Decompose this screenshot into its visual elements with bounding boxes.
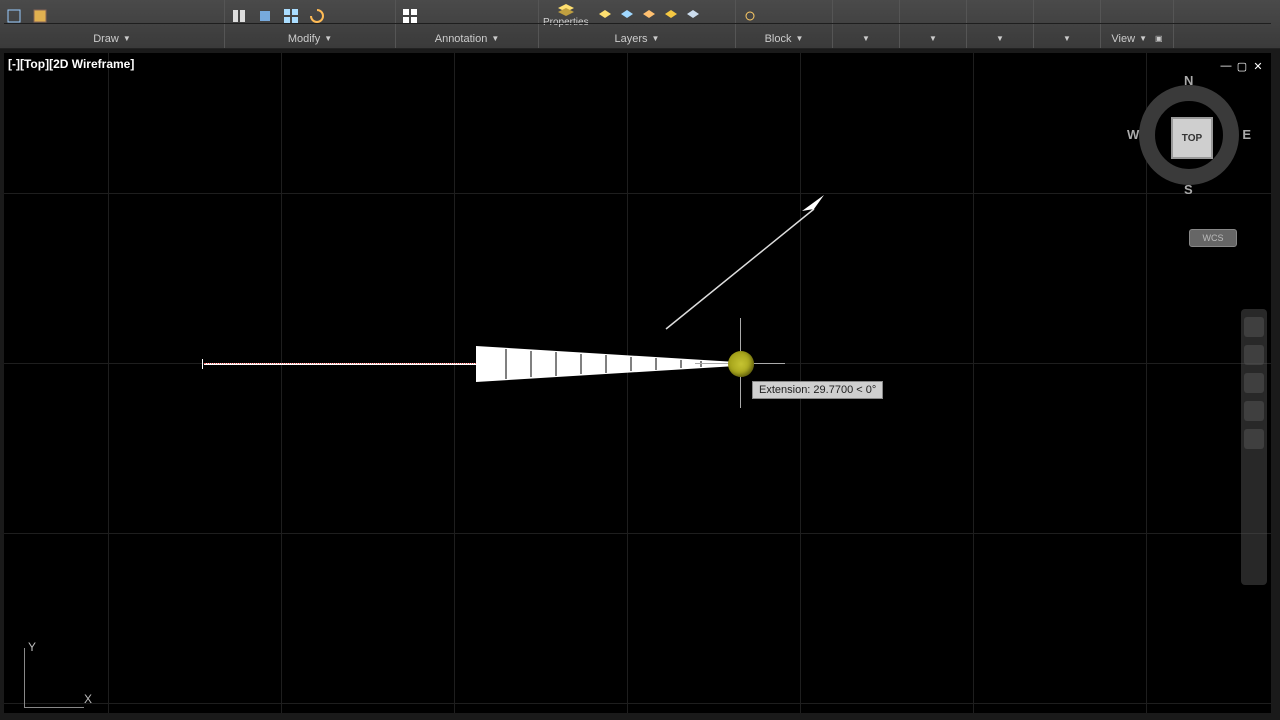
panel-small: ▼: [1034, 0, 1101, 48]
panel-view: View ▼ ▣: [1101, 0, 1174, 48]
caret-icon: ▼: [862, 32, 870, 46]
nav-orbit-icon[interactable]: [1244, 401, 1264, 421]
wcs-dropdown[interactable]: WCS: [1189, 229, 1237, 247]
panel-title-annotation[interactable]: Annotation ▼: [400, 30, 534, 48]
drawing-viewport[interactable]: [-][Top][2D Wireframe] — ▢ ✕ Extension: …: [4, 53, 1271, 713]
panel-modify: Modify ▼: [225, 0, 396, 48]
panel-title-view[interactable]: View ▼ ▣: [1105, 30, 1169, 48]
viewcube-west[interactable]: W: [1127, 127, 1139, 142]
panel-title-label: Layers: [615, 32, 648, 46]
panel-small: ▼: [967, 0, 1034, 48]
viewcube[interactable]: TOP N S E W: [1129, 75, 1249, 195]
panel-small-expand[interactable]: ▼: [904, 30, 962, 48]
viewport-container: [-][Top][2D Wireframe] — ▢ ✕ Extension: …: [4, 53, 1271, 713]
panel-title-label: Annotation: [435, 32, 488, 46]
viewcube-north[interactable]: N: [1184, 73, 1193, 88]
caret-icon: ▼: [929, 32, 937, 46]
viewport-window-controls: — ▢ ✕: [1219, 59, 1265, 73]
ucs-x-label: X: [84, 692, 92, 706]
panel-title-label: Modify: [288, 32, 320, 46]
panel-layers: Properties Layers ▼: [539, 0, 736, 48]
panel-small-expand[interactable]: ▼: [971, 30, 1029, 48]
panel-title-label: View: [1111, 32, 1135, 46]
caret-icon: ▼: [1063, 32, 1071, 46]
panel-title-block[interactable]: Block ▼: [740, 30, 828, 48]
caret-icon: ▼: [996, 32, 1004, 46]
caret-icon: ▼: [491, 32, 499, 46]
panel-title-draw[interactable]: Draw ▼: [4, 30, 220, 48]
nav-wheel-icon[interactable]: [1244, 317, 1264, 337]
panel-small-expand[interactable]: ▼: [837, 30, 895, 48]
viewcube-south[interactable]: S: [1184, 182, 1193, 197]
caret-icon: ▼: [795, 32, 803, 46]
collapse-icon[interactable]: ▣: [1155, 32, 1163, 46]
viewport-maximize-icon[interactable]: ▢: [1235, 59, 1249, 73]
panel-small: ▼: [833, 0, 900, 48]
viewport-label[interactable]: [-][Top][2D Wireframe]: [8, 57, 134, 71]
caret-icon: ▼: [652, 32, 660, 46]
viewport-close-icon[interactable]: ✕: [1251, 59, 1265, 73]
cursor-tooltip: Extension: 29.7700 < 0°: [752, 381, 883, 399]
navigation-bar: [1241, 309, 1267, 585]
caret-icon: ▼: [123, 32, 131, 46]
caret-icon: ▼: [324, 32, 332, 46]
viewport-minimize-icon[interactable]: —: [1219, 59, 1233, 73]
panel-small: ▼: [900, 0, 967, 48]
nav-pan-icon[interactable]: [1244, 345, 1264, 365]
panel-title-layers[interactable]: Layers ▼: [543, 30, 731, 48]
panel-title-label: Draw: [93, 32, 119, 46]
drawing-diagonal-line: [664, 191, 834, 331]
viewcube-east[interactable]: E: [1242, 127, 1251, 142]
ribbon: Draw ▼ Modify ▼ Annotation ▼ Pr: [0, 0, 1280, 49]
nav-zoom-icon[interactable]: [1244, 373, 1264, 393]
extension-arrow-shape: [476, 346, 736, 382]
ucs-y-label: Y: [28, 640, 36, 654]
panel-small-expand[interactable]: ▼: [1038, 30, 1096, 48]
viewcube-face-top[interactable]: TOP: [1171, 117, 1213, 159]
panel-title-label: Block: [765, 32, 792, 46]
layer-properties-button[interactable]: Properties: [543, 4, 589, 28]
panel-annotation: Annotation ▼: [396, 0, 539, 48]
caret-icon: ▼: [1139, 32, 1147, 46]
nav-showmotion-icon[interactable]: [1244, 429, 1264, 449]
panel-draw: Draw ▼: [0, 0, 225, 48]
panel-title-modify[interactable]: Modify ▼: [229, 30, 391, 48]
panel-block: Block ▼: [736, 0, 833, 48]
